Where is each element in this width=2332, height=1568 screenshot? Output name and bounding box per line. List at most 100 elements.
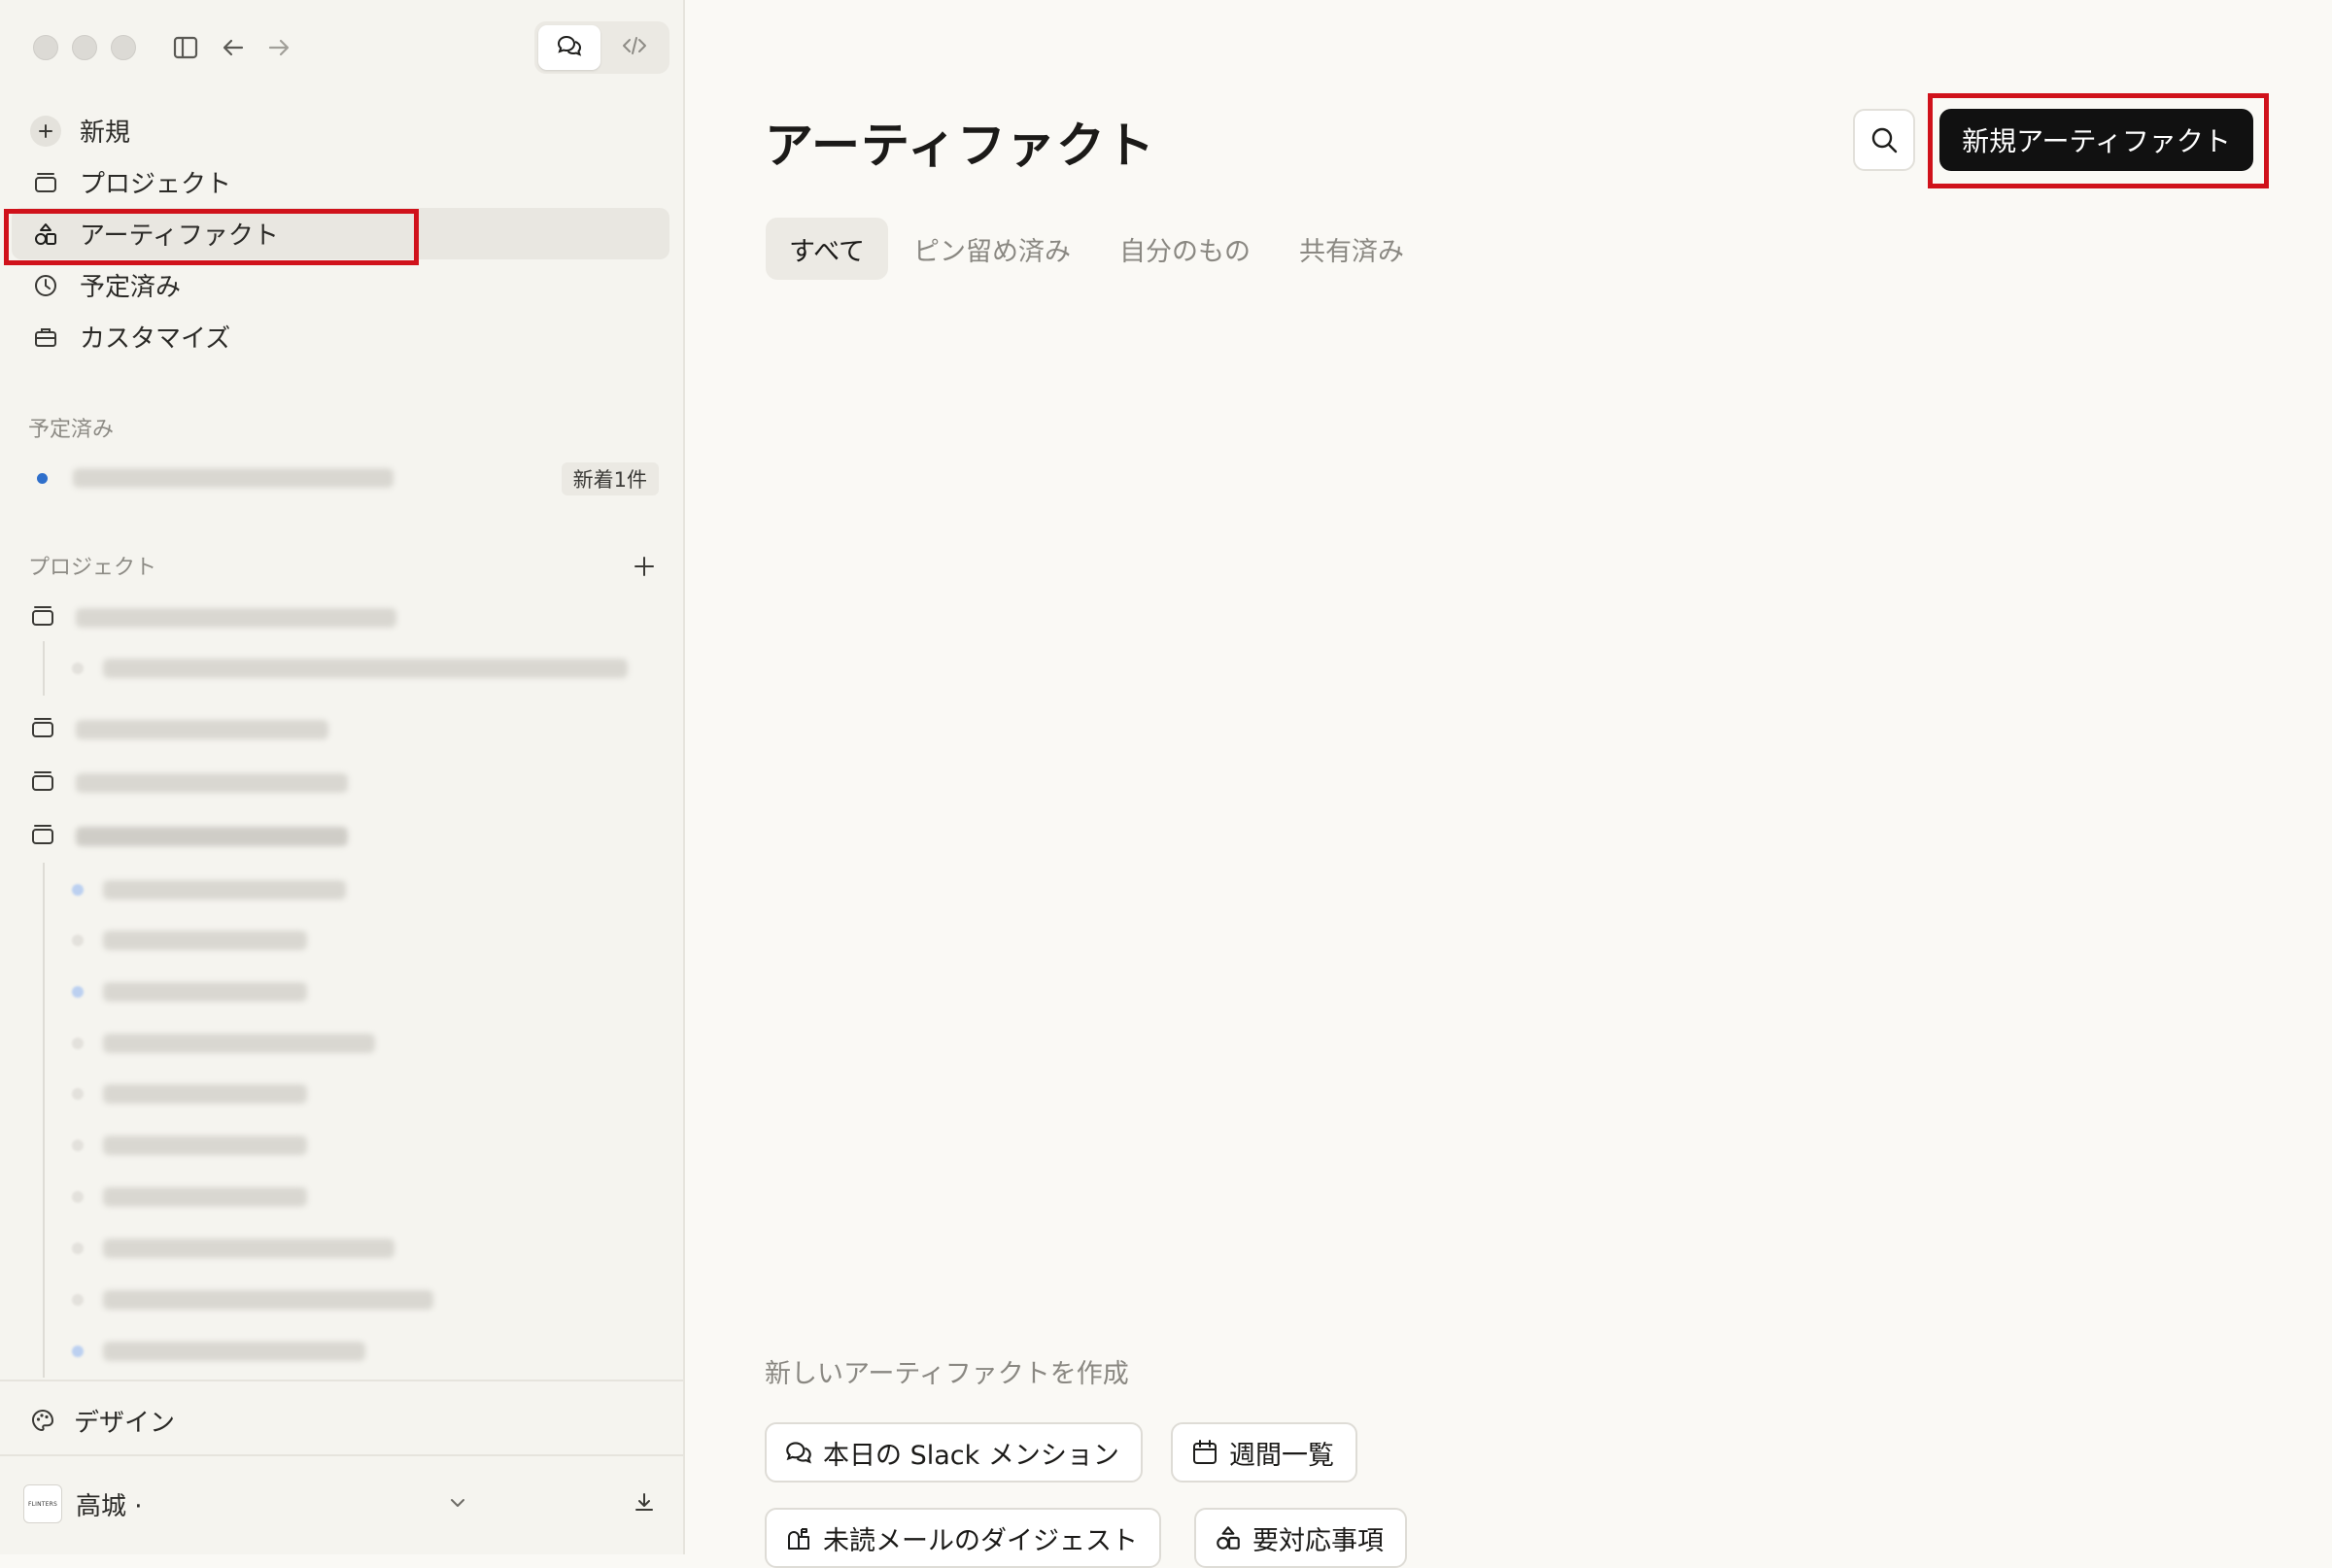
- sidebar-divider: [0, 1380, 685, 1381]
- list-item[interactable]: [72, 1128, 307, 1163]
- chip-label: 週間一覧: [1229, 1440, 1334, 1471]
- list-item[interactable]: [72, 1282, 433, 1317]
- code-mode-button[interactable]: [604, 25, 667, 70]
- scheduled-task-name-redacted: [73, 468, 394, 488]
- app-window: 新規 プロジェクト アーティファクト 予定済み カスタマイズ 予定済み 新着1件…: [0, 0, 2332, 1568]
- folder-icon: [29, 821, 56, 852]
- chat-name-redacted: [103, 1136, 307, 1155]
- list-item[interactable]: [72, 1334, 365, 1369]
- chat-name-redacted: [103, 1187, 307, 1207]
- search-icon: [1868, 123, 1901, 156]
- new-count-badge: 新着1件: [561, 462, 659, 495]
- chat-bubbles-icon: [555, 31, 584, 64]
- sidebar-toggle-icon[interactable]: [167, 29, 204, 66]
- sidebar-item-projects[interactable]: プロジェクト: [12, 156, 669, 208]
- add-project-icon[interactable]: [630, 552, 659, 581]
- list-item[interactable]: [72, 923, 307, 958]
- list-item[interactable]: [72, 974, 307, 1009]
- new-artifact-button[interactable]: 新規アーティファクト: [1939, 109, 2253, 171]
- tab-pinned[interactable]: ピン留め済み: [890, 218, 1094, 280]
- list-item[interactable]: [72, 1231, 394, 1266]
- palette-icon: [29, 1407, 56, 1434]
- chat-name-redacted: [103, 1034, 375, 1053]
- status-dot: [72, 1346, 84, 1357]
- list-item[interactable]: [72, 651, 628, 686]
- forward-arrow-icon[interactable]: [260, 29, 297, 66]
- scheduled-task-row[interactable]: 新着1件: [29, 459, 659, 497]
- list-item[interactable]: [72, 1076, 307, 1111]
- chip-label: 要対応事項: [1252, 1525, 1384, 1556]
- avatar: FLINTERS: [23, 1484, 62, 1523]
- sidebar: 新規 プロジェクト アーティファクト 予定済み カスタマイズ 予定済み 新着1件…: [0, 0, 685, 1554]
- folder-icon: [29, 714, 56, 745]
- plus-icon: [30, 115, 61, 147]
- tab-mine[interactable]: 自分のもの: [1096, 218, 1274, 280]
- folder-icon: [29, 767, 56, 799]
- clock-icon: [29, 269, 62, 302]
- folder-icon: [29, 166, 62, 199]
- chat-name-redacted: [103, 931, 307, 950]
- mailbox-icon: [782, 1521, 815, 1554]
- sidebar-item-new[interactable]: 新規: [12, 105, 669, 156]
- chat-bubbles-icon: [782, 1436, 815, 1469]
- suggestion-weekly-overview[interactable]: 週間一覧: [1171, 1422, 1357, 1483]
- tab-shared[interactable]: 共有済み: [1276, 218, 1427, 280]
- sidebar-item-label: デザイン: [74, 1408, 176, 1438]
- sidebar-item-label: 予定済み: [80, 273, 182, 302]
- account-menu[interactable]: FLINTERS 高城 ·: [23, 1483, 665, 1525]
- chip-label: 未読メールのダイジェスト: [823, 1525, 1138, 1556]
- status-dot: [72, 1088, 84, 1100]
- artifacts-icon: [1212, 1521, 1245, 1554]
- suggestion-action-items[interactable]: 要対応事項: [1194, 1508, 1407, 1568]
- download-icon[interactable]: [632, 1490, 657, 1516]
- sidebar-item-scheduled[interactable]: 予定済み: [12, 259, 669, 311]
- sidebar-item-label: アーティファクト: [80, 222, 279, 251]
- status-dot: [72, 1243, 84, 1254]
- list-item[interactable]: [72, 1179, 307, 1214]
- title-bar: [0, 0, 685, 93]
- zoom-window-button[interactable]: [111, 35, 136, 60]
- chat-name-redacted: [103, 1239, 394, 1258]
- tree-line: [43, 863, 45, 1378]
- project-name-redacted: [76, 608, 396, 628]
- project-item[interactable]: [29, 764, 348, 802]
- sidebar-item-label: プロジェクト: [80, 170, 232, 199]
- minimize-window-button[interactable]: [72, 35, 97, 60]
- search-button[interactable]: [1853, 109, 1915, 171]
- sidebar-item-customize[interactable]: カスタマイズ: [12, 311, 669, 362]
- suggestion-unread-digest[interactable]: 未読メールのダイジェスト: [765, 1508, 1161, 1568]
- sidebar-nav: 新規 プロジェクト アーティファクト 予定済み カスタマイズ: [0, 105, 685, 362]
- suggestion-slack-mentions[interactable]: 本日の Slack メンション: [765, 1422, 1143, 1483]
- projects-section-label: プロジェクト: [28, 556, 157, 580]
- user-name: 高城 ·: [76, 1491, 143, 1521]
- close-window-button[interactable]: [33, 35, 58, 60]
- project-item[interactable]: [29, 710, 328, 749]
- list-item[interactable]: [72, 1026, 375, 1061]
- chevron-down-icon[interactable]: [445, 1490, 470, 1516]
- project-name-redacted: [76, 827, 348, 846]
- status-dot: [72, 1140, 84, 1151]
- main-content: アーティファクト 新規アーティファクト すべて ピン留め済み 自分のもの 共有済…: [687, 0, 2332, 1568]
- project-item[interactable]: [29, 598, 396, 637]
- sidebar-item-artifacts[interactable]: アーティファクト: [12, 208, 669, 259]
- briefcase-icon: [29, 321, 62, 354]
- sidebar-item-design[interactable]: デザイン: [29, 1401, 175, 1440]
- chat-mode-button[interactable]: [538, 25, 600, 70]
- chip-label: 本日の Slack メンション: [823, 1440, 1119, 1471]
- status-dot: [72, 1294, 84, 1306]
- project-item[interactable]: [29, 817, 348, 856]
- status-dot: [72, 935, 84, 946]
- chat-name-redacted: [103, 1342, 365, 1361]
- tab-all[interactable]: すべて: [766, 218, 889, 280]
- calendar-icon: [1188, 1436, 1221, 1469]
- unread-dot: [37, 472, 48, 484]
- chat-name-redacted: [103, 880, 346, 900]
- scheduled-section-label: 予定済み: [28, 418, 115, 442]
- status-dot: [72, 986, 84, 998]
- list-item[interactable]: [72, 872, 346, 907]
- sidebar-divider: [0, 1454, 685, 1456]
- back-arrow-icon[interactable]: [215, 29, 252, 66]
- page-title: アーティファクト: [765, 118, 1155, 174]
- sidebar-item-label: カスタマイズ: [80, 324, 231, 354]
- filter-tabs: すべて ピン留め済み 自分のもの 共有済み: [766, 218, 1429, 280]
